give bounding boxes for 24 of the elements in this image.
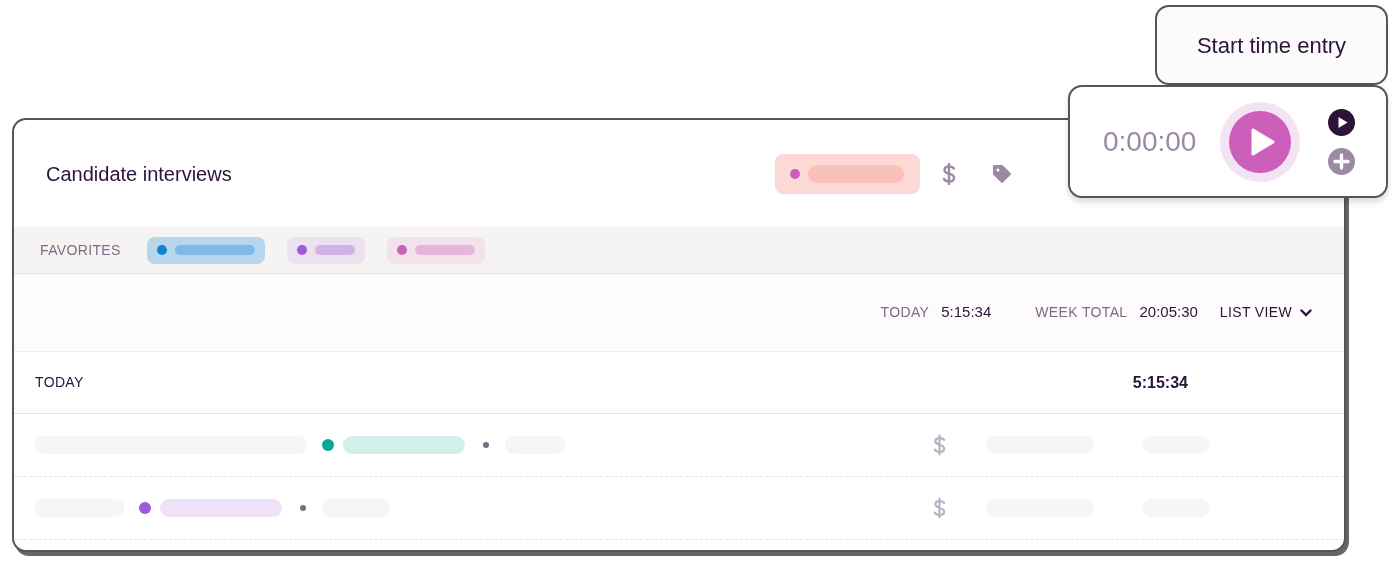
list-view-dropdown[interactable]: LIST VIEW <box>1219 302 1312 323</box>
chevron-down-icon <box>1300 308 1312 317</box>
dollar-icon[interactable] <box>933 434 946 456</box>
placeholder-bar <box>314 245 355 255</box>
placeholder-bar <box>414 245 475 255</box>
summary-label: TODAY <box>880 303 930 322</box>
add-icon[interactable] <box>1328 147 1356 175</box>
summary-value: 20:05:30 <box>1139 302 1198 323</box>
play-icon <box>1229 110 1292 173</box>
dollar-icon[interactable] <box>942 162 956 185</box>
group-date-label: TODAY <box>35 373 84 392</box>
play-icon[interactable] <box>1328 108 1356 136</box>
tag-icon[interactable] <box>992 163 1012 184</box>
group-total: 5:15:34 <box>1132 372 1188 393</box>
favorite-chip[interactable] <box>286 236 365 264</box>
tooltip-text: Start time entry <box>1196 31 1347 60</box>
summary-value: 5:15:34 <box>941 302 992 323</box>
favorite-chip[interactable] <box>386 236 485 264</box>
favorites-label: FAVORITES <box>40 240 121 260</box>
description-text[interactable]: Candidate interviews <box>46 158 232 189</box>
summary-label: WEEK TOTAL <box>1035 303 1128 322</box>
dollar-icon[interactable] <box>933 497 946 519</box>
favorite-chip[interactable] <box>146 236 265 264</box>
timer-display: 0:00:00 <box>1103 124 1197 159</box>
